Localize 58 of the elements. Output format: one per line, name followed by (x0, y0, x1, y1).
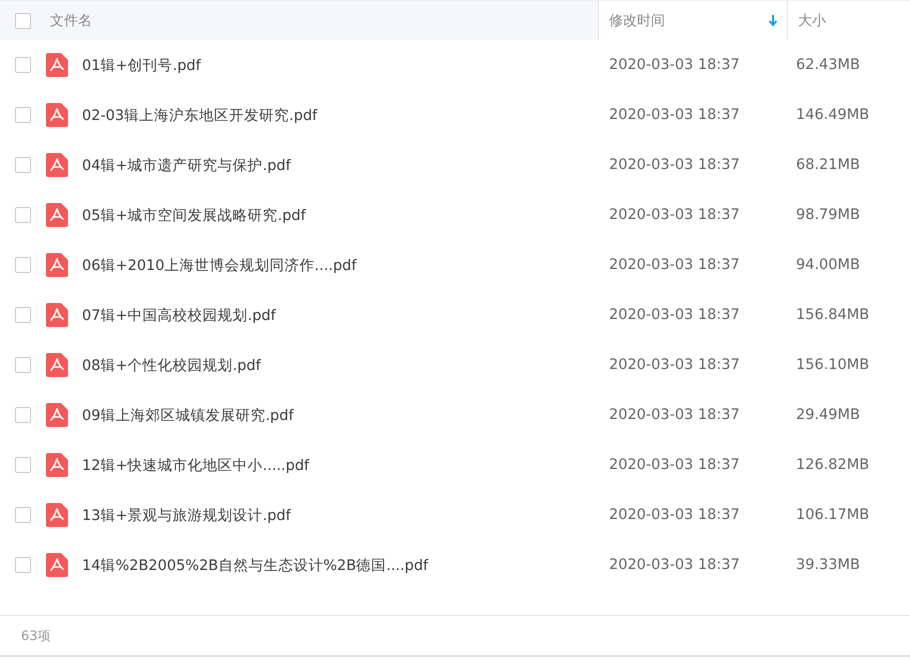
modified-time: 2020-03-03 18:37 (608, 107, 741, 123)
modified-time: 2020-03-03 18:37 (608, 57, 741, 73)
pdf-file-icon (46, 453, 68, 477)
checkbox[interactable] (15, 157, 31, 173)
pdf-file-icon (46, 203, 68, 227)
checkbox[interactable] (15, 407, 31, 423)
file-name[interactable]: 07辑+中国高校校园规划.pdf (82, 306, 276, 324)
file-name[interactable]: 12辑+快速城市化地区中小.....pdf (82, 456, 310, 474)
file-size: 156.10MB (795, 357, 870, 373)
modified-time: 2020-03-03 18:37 (608, 407, 741, 423)
modified-time: 2020-03-03 18:37 (608, 357, 741, 373)
pdf-file-icon (46, 53, 68, 77)
file-size: 39.33MB (795, 557, 861, 573)
sort-arrow-icon[interactable] (768, 14, 778, 26)
file-size: 146.49MB (795, 107, 870, 123)
file-name[interactable]: 04辑+城市遗产研究与保护.pdf (82, 156, 291, 174)
file-size: 94.00MB (795, 257, 861, 273)
pdf-file-icon (46, 253, 68, 277)
file-name[interactable]: 09辑上海郊区城镇发展研究.pdf (82, 406, 294, 424)
pdf-file-icon (46, 303, 68, 327)
checkbox[interactable] (15, 57, 31, 73)
checkbox[interactable] (15, 107, 31, 123)
file-name[interactable]: 02-03辑上海沪东地区开发研究.pdf (82, 106, 318, 124)
modified-time: 2020-03-03 18:37 (608, 507, 741, 523)
modified-time: 2020-03-03 18:37 (608, 307, 741, 323)
pdf-file-icon (46, 553, 68, 577)
pdf-file-icon (46, 353, 68, 377)
modified-time: 2020-03-03 18:37 (608, 457, 741, 473)
file-size: 126.82MB (795, 457, 870, 473)
pdf-file-icon (46, 103, 68, 127)
file-size: 98.79MB (795, 207, 861, 223)
file-size: 156.84MB (795, 307, 870, 323)
file-size: 29.49MB (795, 407, 861, 423)
item-count: 63项 (21, 628, 51, 644)
pdf-file-icon (46, 153, 68, 177)
modified-time: 2020-03-03 18:37 (608, 157, 741, 173)
file-size: 106.17MB (795, 507, 870, 523)
pdf-file-icon (46, 503, 68, 527)
checkbox[interactable] (15, 257, 31, 273)
file-name[interactable]: 13辑+景观与旅游规划设计.pdf (82, 506, 291, 524)
modified-time: 2020-03-03 18:37 (608, 257, 741, 273)
modified-time: 2020-03-03 18:37 (608, 557, 741, 573)
file-size: 68.21MB (795, 157, 861, 173)
file-name[interactable]: 06辑+2010上海世博会规划同济作....pdf (82, 256, 356, 274)
checkbox[interactable] (15, 307, 31, 323)
checkbox[interactable] (15, 207, 31, 223)
file-name[interactable]: 08辑+个性化校园规划.pdf (82, 356, 261, 374)
file-size: 62.43MB (795, 57, 861, 73)
pdf-file-icon (46, 403, 68, 427)
checkbox[interactable] (15, 457, 31, 473)
file-name[interactable]: 01辑+创刊号.pdf (82, 56, 201, 74)
modified-time: 2020-03-03 18:37 (608, 207, 741, 223)
checkbox[interactable] (15, 507, 31, 523)
checkbox[interactable] (15, 357, 31, 373)
file-name[interactable]: 05辑+城市空间发展战略研究.pdf (82, 206, 306, 224)
checkbox[interactable] (15, 557, 31, 573)
checkbox[interactable] (15, 12, 31, 28)
file-name[interactable]: 14辑%2B2005%2B自然与生态设计%2B德国....pdf (82, 556, 428, 574)
